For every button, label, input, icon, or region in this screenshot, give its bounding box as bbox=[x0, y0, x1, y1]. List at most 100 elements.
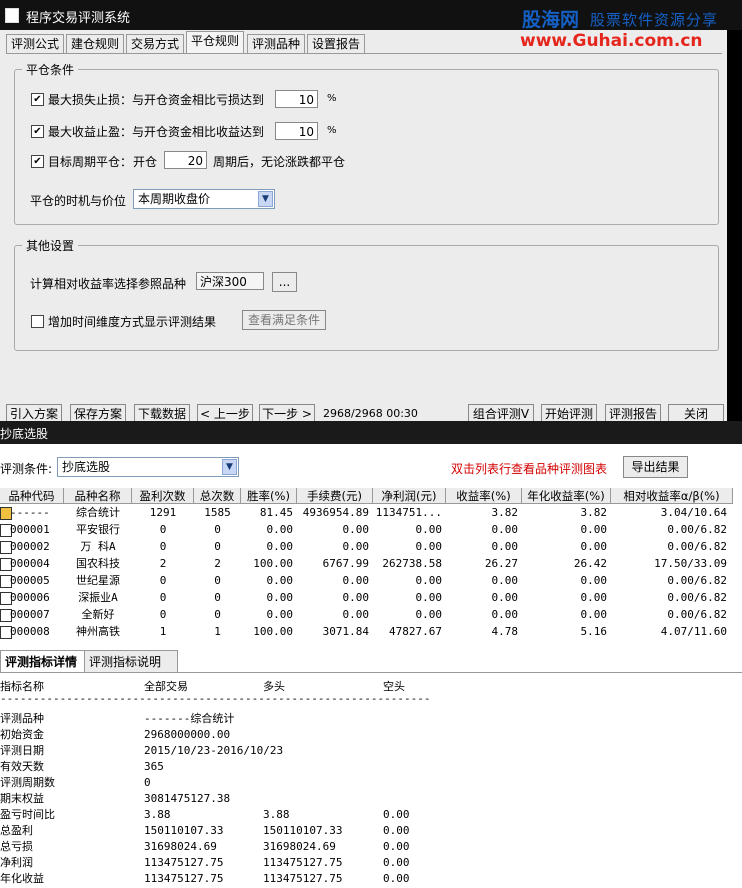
cell-winrate: 0.00 bbox=[266, 523, 294, 536]
cell-relative-return: 17.50/33.09 bbox=[654, 557, 727, 570]
cell-net-profit: 0.00 bbox=[415, 540, 443, 553]
take-profit-input[interactable]: 10 bbox=[275, 122, 318, 140]
background-chart-edge bbox=[727, 0, 742, 421]
cell-return: 4.78 bbox=[491, 625, 519, 638]
detail-long-value: 113475127.75 bbox=[263, 872, 343, 885]
detail-short-value: 0.00 bbox=[383, 808, 410, 821]
detail-divider: ----------------------------------------… bbox=[0, 692, 432, 705]
col-header-code[interactable]: 品种代码 bbox=[0, 488, 64, 504]
detail-metric-name: 总盈利 bbox=[0, 824, 33, 837]
tab-open-rule[interactable]: 建仓规则 bbox=[66, 34, 125, 54]
cell-code: 000002 bbox=[10, 540, 50, 553]
cell-relative-return: 4.07/11.60 bbox=[660, 625, 727, 638]
cell-net-profit: 262738.58 bbox=[382, 557, 442, 570]
detail-short-value: 0.00 bbox=[383, 824, 410, 837]
ref-symbol-field[interactable]: 沪深300 bbox=[196, 272, 264, 290]
cell-wins: 0 bbox=[159, 591, 167, 604]
detail-metric-name: 有效天数 bbox=[0, 760, 44, 773]
tab-eval-symbols[interactable]: 评测品种 bbox=[247, 34, 306, 54]
browse-button[interactable]: ... bbox=[272, 272, 297, 292]
cell-name: 世纪星源 bbox=[76, 574, 120, 587]
view-conditions-button[interactable]: 查看满足条件 bbox=[242, 310, 326, 330]
detail-metric-name: 净利润 bbox=[0, 856, 33, 869]
stop-loss-input[interactable]: 10 bbox=[275, 90, 318, 108]
col-header-relative-return[interactable]: 相对收益率α/β(%) bbox=[611, 488, 733, 504]
timing-value: 本周期收盘价 bbox=[138, 192, 211, 206]
detail-metric-name: 评测品种 bbox=[0, 712, 44, 725]
result-window-title: 抄底选股 bbox=[0, 427, 49, 441]
period-suffix: 周期后，无论涨跌都平仓 bbox=[213, 155, 346, 169]
col-header-fee[interactable]: 手续费(元) bbox=[297, 488, 373, 504]
cell-winrate: 0.00 bbox=[266, 608, 294, 621]
tab-trade-mode[interactable]: 交易方式 bbox=[126, 34, 185, 54]
detail-all-value: -------综合统计 bbox=[144, 712, 235, 725]
cell-relative-return: 0.00/6.82 bbox=[667, 523, 727, 536]
export-results-button[interactable]: 导出结果 bbox=[623, 456, 688, 478]
tab-eval-explain[interactable]: 评测指标说明 bbox=[84, 650, 178, 673]
cell-net-profit: 0.00 bbox=[415, 608, 443, 621]
timing-select[interactable]: 本周期收盘价 ▼ bbox=[133, 189, 275, 209]
percent-sign: % bbox=[327, 93, 337, 104]
cell-name: 神州高铁 bbox=[76, 625, 120, 638]
tab-formula[interactable]: 评测公式 bbox=[6, 34, 65, 54]
other-settings-group bbox=[14, 245, 719, 351]
tab-eval-details[interactable]: 评测指标详情 bbox=[0, 650, 87, 673]
cell-fee: 6767.99 bbox=[322, 557, 369, 570]
tab-report-settings[interactable]: 设置报告 bbox=[307, 34, 366, 54]
cell-code: 000005 bbox=[10, 574, 50, 587]
cell-annual-return: 0.00 bbox=[580, 608, 608, 621]
time-dim-checkbox[interactable] bbox=[31, 315, 44, 328]
cell-return: 0.00 bbox=[491, 523, 519, 536]
cell-winrate: 0.00 bbox=[266, 540, 294, 553]
stop-loss-checkbox[interactable]: ✔ bbox=[31, 93, 44, 106]
cell-total: 0 bbox=[214, 540, 221, 553]
col-header-total[interactable]: 总次数 bbox=[194, 488, 241, 504]
cell-winrate: 100.00 bbox=[253, 625, 293, 638]
detail-tab-divider bbox=[0, 672, 742, 673]
open-label: 开仓 bbox=[133, 155, 158, 169]
detail-long-value: 150110107.33 bbox=[263, 824, 343, 837]
col-header-return[interactable]: 收益率(%) bbox=[446, 488, 522, 504]
cell-name: 万 科A bbox=[80, 540, 116, 553]
cell-relative-return: 0.00/6.82 bbox=[667, 540, 727, 553]
col-header-name[interactable]: 品种名称 bbox=[64, 488, 132, 504]
cell-total: 0 bbox=[214, 608, 221, 621]
cell-name: 国农科技 bbox=[76, 557, 120, 570]
cell-wins: 0 bbox=[159, 608, 167, 621]
detail-metric-name: 初始资金 bbox=[0, 728, 44, 741]
cell-code: 000006 bbox=[10, 591, 50, 604]
target-period-checkbox[interactable]: ✔ bbox=[31, 155, 44, 168]
cell-code: ------ bbox=[10, 506, 50, 519]
cell-annual-return: 0.00 bbox=[580, 591, 608, 604]
detail-all-value: 150110107.33 bbox=[144, 824, 224, 837]
cell-winrate: 81.45 bbox=[259, 506, 293, 519]
percent-sign: % bbox=[327, 125, 337, 136]
cell-net-profit: 0.00 bbox=[415, 523, 443, 536]
cell-annual-return: 3.82 bbox=[580, 506, 608, 519]
cell-relative-return: 0.00/6.82 bbox=[667, 608, 727, 621]
time-dim-label: 增加时间维度方式显示评测结果 bbox=[48, 315, 217, 329]
cell-code: 000004 bbox=[10, 557, 50, 570]
cell-wins: 1291 bbox=[149, 506, 177, 519]
col-header-wins[interactable]: 盈利次数 bbox=[132, 488, 194, 504]
cell-winrate: 0.00 bbox=[266, 574, 294, 587]
col-header-annual-return[interactable]: 年化收益率(%) bbox=[522, 488, 611, 504]
tab-divider bbox=[6, 53, 722, 54]
cell-fee: 0.00 bbox=[342, 523, 370, 536]
watermark-slogan: 股票软件资源分享 bbox=[590, 11, 719, 29]
condition-select[interactable]: 抄底选股 ▼ bbox=[57, 457, 239, 477]
cell-name: 全新好 bbox=[81, 608, 115, 621]
take-profit-label: 最大收益止盈：与开仓资金相比收益达到 bbox=[48, 125, 265, 139]
cell-annual-return: 0.00 bbox=[580, 574, 608, 587]
cell-total: 0 bbox=[214, 574, 221, 587]
detail-long-value: 113475127.75 bbox=[263, 856, 343, 869]
cell-winrate: 0.00 bbox=[266, 591, 294, 604]
tab-close-rule[interactable]: 平仓规则 bbox=[186, 31, 245, 54]
cell-relative-return: 3.04/10.64 bbox=[660, 506, 727, 519]
take-profit-checkbox[interactable]: ✔ bbox=[31, 125, 44, 138]
col-header-winrate[interactable]: 胜率(%) bbox=[241, 488, 297, 504]
condition-label: 评测条件: bbox=[0, 462, 53, 476]
period-input[interactable]: 20 bbox=[164, 151, 207, 169]
cell-code: 000007 bbox=[10, 608, 50, 621]
col-header-net-profit[interactable]: 净利润(元) bbox=[373, 488, 446, 504]
